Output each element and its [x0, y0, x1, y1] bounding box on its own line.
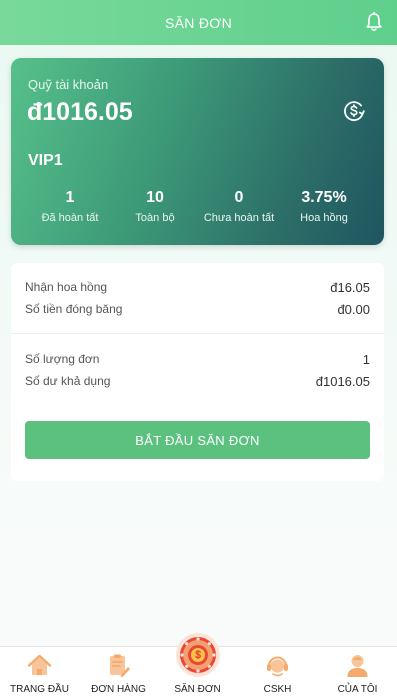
bell-icon[interactable]	[365, 12, 383, 32]
info-value: 1	[362, 352, 370, 367]
vip-level: VIP1	[28, 152, 63, 169]
tab-label: CSKH	[263, 684, 292, 695]
stat-completed: 1 Đã hoàn tất	[25, 189, 115, 224]
stat-incomplete: 0 Chưa hoàn tất	[194, 189, 284, 224]
info-row-order-count: Số lượng đơn 1	[25, 352, 370, 370]
page-title: SĂN ĐƠN	[164, 14, 232, 31]
order-icon	[110, 654, 130, 677]
stat-label: Hoa hồng	[300, 212, 348, 224]
info-value: đ16.05	[330, 280, 370, 295]
order-info-card: Nhận hoa hồng đ16.05 Số tiền đóng băng đ…	[11, 263, 384, 481]
start-grabbing-button[interactable]: BẮT ĐẦU SĂN ĐƠN	[25, 421, 370, 459]
tab-orders[interactable]: ĐƠN HÀNG	[79, 647, 158, 696]
stat-label: Chưa hoàn tất	[203, 212, 275, 224]
tab-label: ĐƠN HÀNG	[91, 684, 146, 695]
dollar-circle-icon[interactable]	[343, 100, 365, 122]
divider	[11, 333, 384, 334]
support-icon	[267, 656, 288, 677]
top-header: SĂN ĐƠN	[0, 0, 397, 45]
tab-home[interactable]: TRANG ĐẦU	[0, 647, 79, 696]
order-stats: 1 Đã hoàn tất 10 Toàn bộ 0 Chưa hoàn tất…	[11, 189, 384, 229]
lucky-wheel-icon[interactable]	[175, 632, 221, 678]
tab-profile[interactable]: CỦA TÔI	[318, 647, 397, 696]
tab-label: SĂN ĐƠN	[174, 684, 221, 695]
account-fund-card: Quỹ tài khoản đ1016.05 VIP1 1 Đã hoàn tấ…	[11, 58, 384, 245]
tab-customer-support[interactable]: CSKH	[238, 647, 317, 696]
info-label: Số dư khả dụng	[25, 374, 111, 388]
stat-value: 1	[65, 189, 75, 206]
info-value: đ0.00	[337, 302, 370, 317]
info-label: Số lượng đơn	[25, 352, 100, 366]
stat-label: Toàn bộ	[135, 212, 175, 224]
info-value: đ1016.05	[315, 374, 370, 389]
user-icon	[347, 655, 368, 677]
stat-total: 10 Toàn bộ	[110, 189, 200, 224]
stat-value: 0	[234, 189, 244, 206]
info-row-available-balance: Số dư khả dụng đ1016.05	[25, 374, 370, 392]
tab-label: TRANG ĐẦU	[10, 684, 69, 695]
info-row-frozen-amount: Số tiền đóng băng đ0.00	[25, 302, 370, 320]
info-row-commission: Nhận hoa hồng đ16.05	[25, 280, 370, 298]
fund-label: Quỹ tài khoản	[28, 77, 109, 92]
fund-amount: đ1016.05	[27, 98, 133, 126]
home-icon	[27, 654, 52, 675]
stat-commission: 3.75% Hoa hồng	[279, 189, 369, 224]
stat-value: 10	[146, 189, 164, 206]
info-label: Nhận hoa hồng	[25, 280, 108, 294]
stat-value: 3.75%	[301, 189, 347, 206]
stat-label: Đã hoàn tất	[41, 212, 99, 224]
tab-label: CỦA TÔI	[337, 684, 378, 695]
info-label: Số tiền đóng băng	[25, 302, 123, 316]
